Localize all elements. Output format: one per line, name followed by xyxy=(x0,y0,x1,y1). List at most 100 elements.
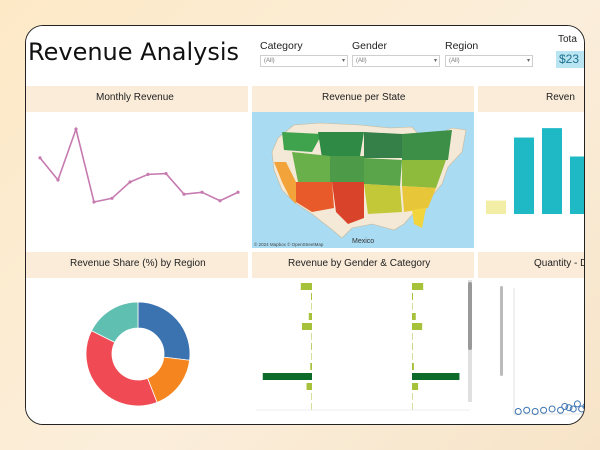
monthly-revenue-point xyxy=(110,196,114,200)
scatter-point xyxy=(531,407,539,415)
female-bar xyxy=(311,393,312,400)
category-filter[interactable]: Category (All) ▾ xyxy=(260,40,348,67)
female-bar xyxy=(311,353,312,360)
female-bar xyxy=(311,333,312,340)
scrollbar-thumb[interactable] xyxy=(468,282,472,350)
scatter-point xyxy=(565,404,573,412)
age-bar xyxy=(486,200,506,214)
scatter-point xyxy=(569,405,577,413)
female-bar xyxy=(311,303,312,310)
revenue-share-panel: Revenue Share (%) by Region xyxy=(26,252,248,424)
panel-title: Revenue Share (%) by Region xyxy=(70,258,206,269)
state-mountain[interactable] xyxy=(292,152,330,182)
female-bar xyxy=(311,403,312,410)
dashboard-frame: Revenue Analysis Category (All) ▾ Gender… xyxy=(25,25,585,425)
female-bar xyxy=(310,363,312,370)
female-bar xyxy=(308,313,312,320)
panel-header: Revenue by Gender & Category xyxy=(252,252,474,278)
female-bar xyxy=(262,373,312,380)
region-select[interactable]: (All) ▾ xyxy=(445,55,533,67)
monthly-revenue-line xyxy=(39,126,239,203)
age-bar xyxy=(570,156,584,214)
female-bar xyxy=(311,293,312,300)
monthly-revenue-point xyxy=(146,172,150,176)
category-filter-label: Category xyxy=(260,40,303,52)
us-states-map[interactable]: Mexico © 2024 Mapbox © OpenStreetMap xyxy=(252,112,474,248)
state-great-lakes[interactable] xyxy=(364,132,402,158)
quantity-scatter-chart xyxy=(500,286,584,415)
female-bar xyxy=(300,283,312,290)
state-northeast[interactable] xyxy=(402,130,452,160)
state-south-central[interactable] xyxy=(364,184,402,214)
scatter-point xyxy=(514,407,522,415)
revenue-by-age-chart xyxy=(486,128,584,214)
category-select[interactable]: (All) ▾ xyxy=(260,55,348,67)
panel-header: Revenue Share (%) by Region xyxy=(26,252,248,278)
donut-slice-south xyxy=(85,330,158,407)
chevron-down-icon: ▾ xyxy=(433,58,437,64)
monthly-revenue-point xyxy=(56,178,60,182)
panel-title: Quantity - Dis xyxy=(534,258,584,269)
panel-title: Reven xyxy=(546,92,575,103)
quantity-panel: Quantity - Dis xyxy=(478,252,584,424)
map-place-label: Mexico xyxy=(352,238,374,245)
donut-slice-midwest xyxy=(137,301,191,361)
monthly-revenue-point xyxy=(128,180,132,184)
monthly-revenue-point xyxy=(164,171,168,176)
chevron-down-icon: ▾ xyxy=(341,58,345,64)
scatter-point xyxy=(573,400,581,408)
gender-category-panel: Revenue by Gender & Category xyxy=(252,252,474,424)
age-bar xyxy=(542,128,562,214)
revenue-by-age-panel: Reven xyxy=(478,86,584,248)
male-bar xyxy=(412,313,416,320)
monthly-revenue-point xyxy=(236,190,240,194)
state-north-central[interactable] xyxy=(318,132,364,158)
panel-header: Quantity - Dis xyxy=(478,252,584,278)
region-filter-label: Region xyxy=(445,40,479,52)
panel-title: Revenue by Gender & Category xyxy=(288,258,431,269)
dashboard-header: Revenue Analysis Category (All) ▾ Gender… xyxy=(26,26,584,81)
panel-title: Monthly Revenue xyxy=(96,92,174,103)
gender-category-chart xyxy=(256,280,472,411)
female-bar xyxy=(306,383,312,390)
male-bar xyxy=(412,383,419,390)
male-bar xyxy=(412,293,414,300)
scatter-point xyxy=(561,402,569,410)
gender-filter[interactable]: Gender (All) ▾ xyxy=(352,40,440,67)
gender-filter-label: Gender xyxy=(352,40,388,52)
region-filter[interactable]: Region (All) ▾ xyxy=(445,40,533,67)
state-midwest[interactable] xyxy=(364,158,402,186)
monthly-revenue-panel: Monthly Revenue xyxy=(26,86,248,248)
scatter-point xyxy=(523,406,531,414)
male-bar xyxy=(412,323,423,330)
total-revenue-label: Tota xyxy=(558,34,577,45)
gender-select[interactable]: (All) ▾ xyxy=(352,55,440,67)
age-bar xyxy=(514,137,534,214)
region-select-value: (All) xyxy=(449,58,460,64)
monthly-revenue-point xyxy=(38,156,42,160)
panel-header: Revenue per State xyxy=(252,86,474,112)
male-bar xyxy=(412,363,414,370)
male-bar xyxy=(412,343,413,350)
scatter-point xyxy=(540,406,548,414)
male-bar xyxy=(412,393,413,400)
female-bar xyxy=(302,323,312,330)
panel-header: Reven xyxy=(478,86,584,112)
monthly-revenue-point xyxy=(182,192,186,196)
male-bar xyxy=(412,373,460,380)
total-revenue-value: $23 xyxy=(556,51,584,68)
gender-select-value: (All) xyxy=(356,58,367,64)
male-bar xyxy=(412,283,424,290)
monthly-revenue-point xyxy=(92,200,96,204)
region-donut-chart xyxy=(85,301,191,407)
panel-header: Monthly Revenue xyxy=(26,86,248,112)
male-bar xyxy=(412,303,413,310)
category-select-value: (All) xyxy=(264,58,275,64)
state-plains[interactable] xyxy=(330,156,364,182)
scatter-scrollbar[interactable] xyxy=(500,286,503,376)
panel-title: Revenue per State xyxy=(322,92,406,103)
monthly-revenue-point xyxy=(74,127,78,131)
monthly-revenue-point xyxy=(200,190,204,194)
male-bar xyxy=(412,333,413,340)
female-bar xyxy=(311,343,312,350)
